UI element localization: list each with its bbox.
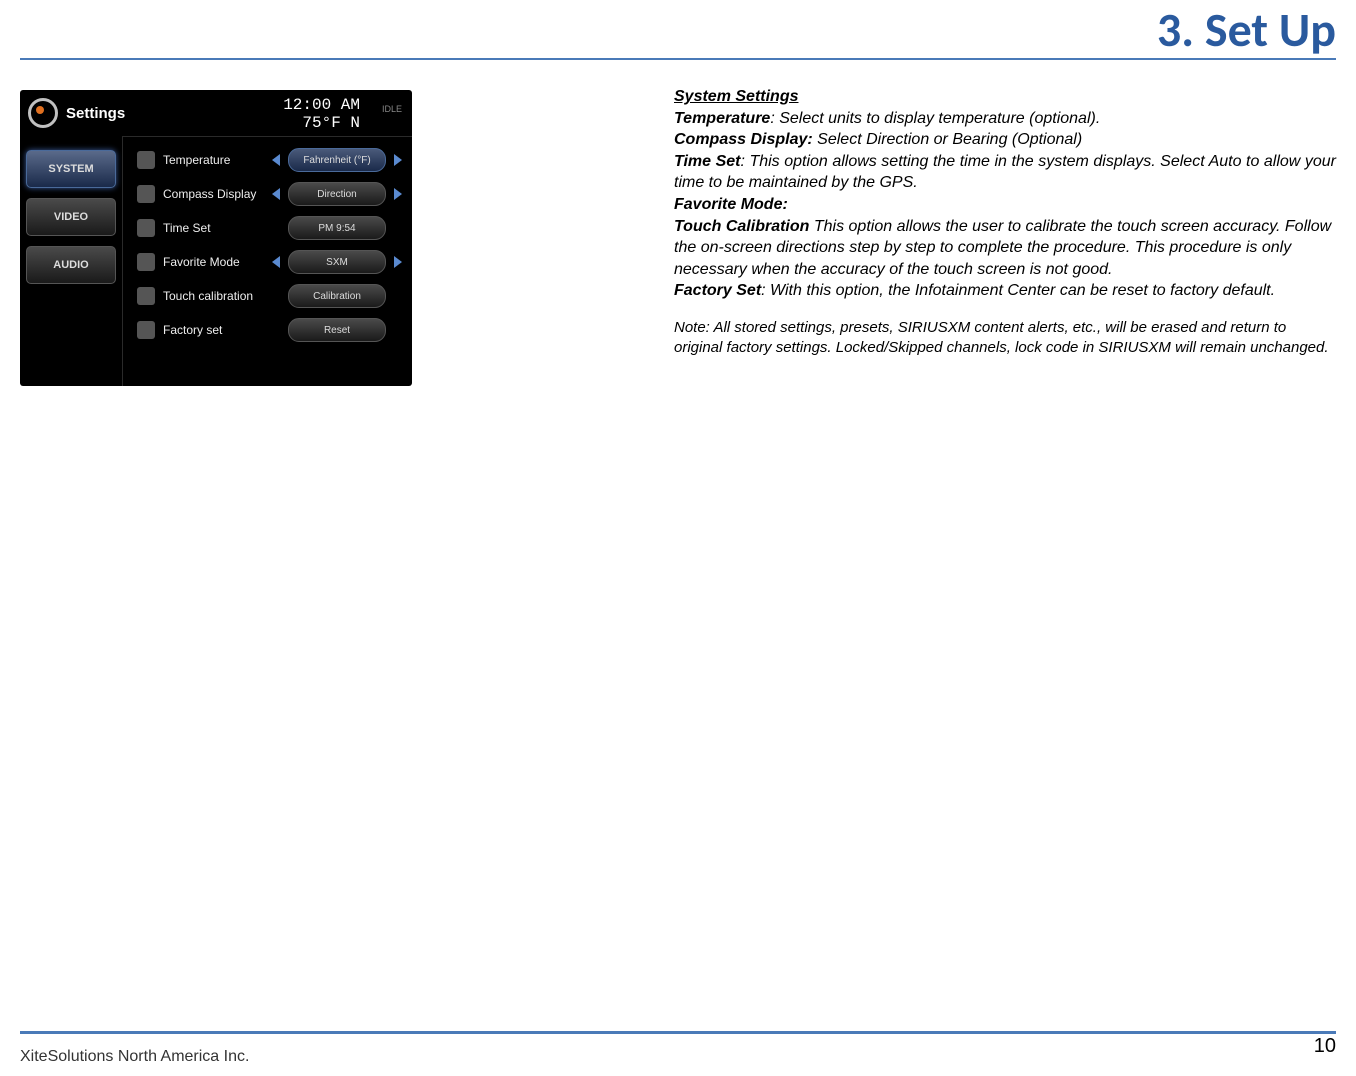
value-pill[interactable]: PM 9:54 bbox=[288, 216, 386, 240]
thermometer-icon bbox=[137, 151, 155, 169]
screenshot-header: Settings 12:00 AM 75°F N IDLE bbox=[20, 90, 412, 136]
idle-indicator: IDLE bbox=[382, 104, 402, 114]
desc-compass: Select Direction or Bearing (Optional) bbox=[813, 131, 1082, 148]
row-compass: Compass Display Direction bbox=[137, 177, 402, 211]
row-favorite: Favorite Mode SXM bbox=[137, 245, 402, 279]
settings-screenshot: Settings 12:00 AM 75°F N IDLE SYSTEM VID… bbox=[20, 90, 412, 386]
arrow-left-icon[interactable] bbox=[272, 154, 280, 166]
clock-time: 12:00 AM bbox=[283, 96, 360, 114]
description-column: System Settings Temperature: Select unit… bbox=[674, 86, 1336, 358]
arrow-left-icon[interactable] bbox=[272, 188, 280, 200]
divider-bottom bbox=[20, 1031, 1336, 1034]
term-factory: Factory Set bbox=[674, 282, 761, 299]
touch-icon bbox=[137, 287, 155, 305]
row-label: Favorite Mode bbox=[163, 255, 264, 269]
gear-icon bbox=[28, 98, 58, 128]
compass-icon bbox=[137, 185, 155, 203]
section-heading: System Settings bbox=[674, 88, 798, 105]
row-label: Compass Display bbox=[163, 187, 264, 201]
settings-panel: Temperature Fahrenheit (°F) Compass Disp… bbox=[122, 136, 412, 386]
value-pill[interactable]: Reset bbox=[288, 318, 386, 342]
value-pill[interactable]: SXM bbox=[288, 250, 386, 274]
page-number: 10 bbox=[1314, 1035, 1336, 1058]
note-text: Note: All stored settings, presets, SIRI… bbox=[674, 318, 1336, 359]
clock-temp: 75°F N bbox=[283, 114, 360, 132]
arrow-right-icon[interactable] bbox=[394, 154, 402, 166]
clock-icon bbox=[137, 219, 155, 237]
row-label: Factory set bbox=[163, 323, 264, 337]
desc-factory: : With this option, the Infotainment Cen… bbox=[761, 282, 1275, 299]
value-pill[interactable]: Direction bbox=[288, 182, 386, 206]
value-pill[interactable]: Fahrenheit (°F) bbox=[288, 148, 386, 172]
arrow-left-icon[interactable] bbox=[272, 256, 280, 268]
sidebar-video[interactable]: VIDEO bbox=[26, 198, 116, 236]
factory-icon bbox=[137, 321, 155, 339]
favorite-icon bbox=[137, 253, 155, 271]
sidebar-system[interactable]: SYSTEM bbox=[26, 150, 116, 188]
term-temperature: Temperature bbox=[674, 110, 770, 127]
arrow-right-icon[interactable] bbox=[394, 256, 402, 268]
value-pill[interactable]: Calibration bbox=[288, 284, 386, 308]
screenshot-title: Settings bbox=[66, 105, 125, 122]
row-factory: Factory set Reset bbox=[137, 313, 402, 347]
page-title: 3. Set Up bbox=[1157, 0, 1336, 59]
row-label: Temperature bbox=[163, 153, 264, 167]
row-timeset: Time Set PM 9:54 bbox=[137, 211, 402, 245]
row-label: Touch calibration bbox=[163, 289, 264, 303]
row-touch: Touch calibration Calibration bbox=[137, 279, 402, 313]
term-compass: Compass Display: bbox=[674, 131, 813, 148]
clock-readout: 12:00 AM 75°F N bbox=[283, 96, 360, 132]
desc-timeset: : This option allows setting the time in… bbox=[674, 153, 1336, 192]
row-label: Time Set bbox=[163, 221, 264, 235]
settings-sidebar: SYSTEM VIDEO AUDIO bbox=[20, 136, 122, 386]
desc-temperature: : Select units to display temperature (o… bbox=[770, 110, 1100, 127]
term-touch: Touch Calibration bbox=[674, 218, 809, 235]
divider-top bbox=[20, 58, 1336, 60]
footer-company: XiteSolutions North America Inc. bbox=[20, 1048, 249, 1066]
term-timeset: Time Set bbox=[674, 153, 740, 170]
sidebar-audio[interactable]: AUDIO bbox=[26, 246, 116, 284]
term-favorite: Favorite Mode: bbox=[674, 196, 788, 213]
row-temperature: Temperature Fahrenheit (°F) bbox=[137, 143, 402, 177]
arrow-right-icon[interactable] bbox=[394, 188, 402, 200]
